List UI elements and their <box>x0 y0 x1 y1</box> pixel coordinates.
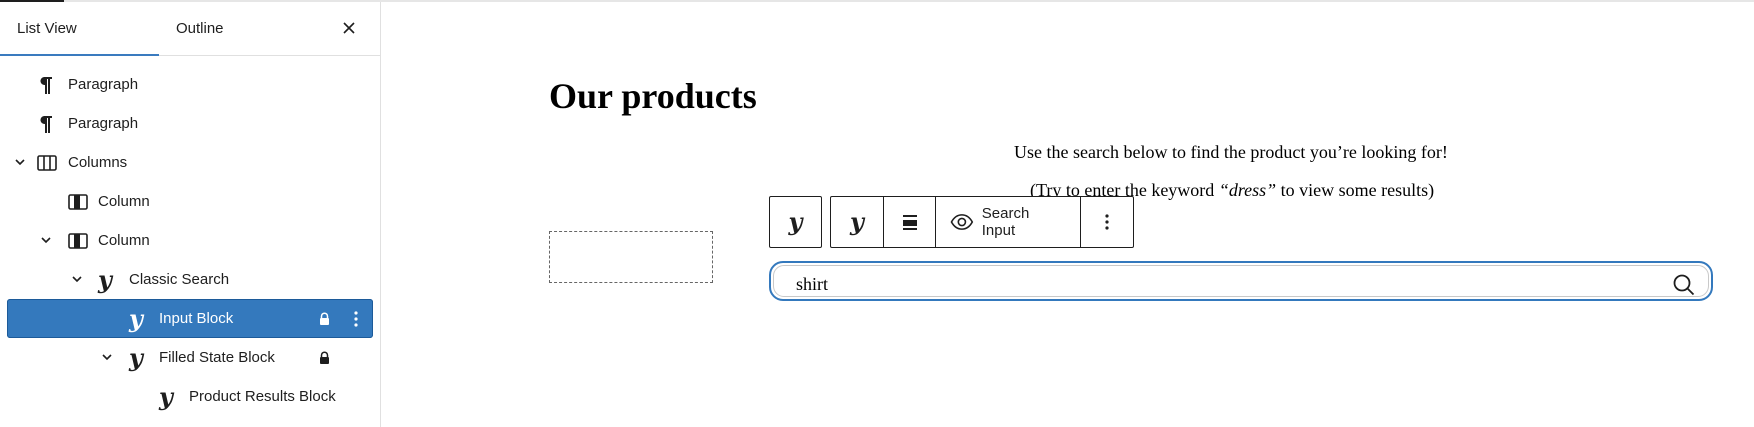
columns-icon <box>37 155 57 171</box>
more-options-icon[interactable] <box>346 308 366 330</box>
tree-item-paragraph[interactable]: Paragraph <box>0 65 380 104</box>
tab-outline[interactable]: Outline <box>176 2 224 55</box>
block-y-glyph: y <box>129 343 143 372</box>
search-icon[interactable] <box>1672 273 1696 297</box>
more-options-icon <box>1105 214 1109 230</box>
column-icon <box>68 194 88 210</box>
tree-item-input-block[interactable]: y Input Block <box>0 299 380 338</box>
lock-icon <box>320 312 329 325</box>
block-y-glyph: y <box>98 265 112 294</box>
tree-item-label: Column <box>98 232 150 249</box>
tab-list-view[interactable]: List View <box>17 2 77 55</box>
block-toolbar: y Search Input <box>830 196 1134 248</box>
search-input-block[interactable]: shirt <box>769 261 1713 301</box>
tree-item-classic-search[interactable]: y Classic Search <box>0 260 380 299</box>
tree-item-label: Paragraph <box>68 76 139 93</box>
block-y-icon: y <box>125 343 147 372</box>
intro-paragraph[interactable]: Use the search below to find the product… <box>1014 142 1448 163</box>
align-button[interactable] <box>884 197 936 247</box>
block-type-icon: y <box>784 207 808 236</box>
close-icon[interactable] <box>338 17 360 39</box>
parent-block-glyph: y <box>850 207 864 236</box>
tree-item-label: Columns <box>68 154 128 171</box>
paragraph-icon <box>40 116 52 133</box>
tree-item-product-results-block[interactable]: y Product Results Block <box>0 377 380 416</box>
active-tab-indicator <box>0 54 159 56</box>
tree-item-columns[interactable]: Columns <box>0 143 380 182</box>
hint-keyword: “dress” <box>1218 180 1277 200</box>
chevron-down-icon[interactable] <box>13 155 27 169</box>
sidebar-tabs: List View Outline <box>0 2 380 56</box>
tree-item-label: Paragraph <box>68 115 139 132</box>
search-input-label: Search Input <box>981 205 1030 239</box>
search-input-style-button[interactable]: Search Input <box>936 197 1081 247</box>
empty-column-placeholder[interactable] <box>549 231 713 283</box>
tree-item-filled-state-block[interactable]: y Filled State Block <box>0 338 380 377</box>
block-y-glyph: y <box>159 382 173 411</box>
column-icon <box>68 233 88 249</box>
block-y-icon: y <box>155 382 177 411</box>
options-button[interactable] <box>1081 197 1133 247</box>
parent-block-icon: y <box>845 207 869 236</box>
select-parent-button[interactable]: y <box>770 197 821 247</box>
block-y-icon: y <box>94 265 116 294</box>
tree-item-label: Classic Search <box>129 271 230 288</box>
paragraph-icon <box>40 77 52 94</box>
block-y-glyph: y <box>129 304 143 333</box>
list-view-sidebar: List View Outline Paragraph Paragraph Co… <box>0 2 381 427</box>
block-switcher-button[interactable]: y <box>831 197 884 247</box>
hint-text-after: to view some results) <box>1276 180 1435 200</box>
block-toolbar-parent: y <box>769 196 822 248</box>
tree-item-label: Filled State Block <box>159 349 275 366</box>
search-input-value[interactable]: shirt <box>796 266 828 302</box>
tree-item-label: Product Results Block <box>189 388 336 405</box>
tree-item-label: Input Block <box>159 310 234 327</box>
chevron-down-icon[interactable] <box>100 350 114 364</box>
align-icon <box>902 215 917 230</box>
chevron-down-icon[interactable] <box>70 272 84 286</box>
tree-item-paragraph[interactable]: Paragraph <box>0 104 380 143</box>
block-type-glyph: y <box>788 207 803 236</box>
chevron-down-icon[interactable] <box>39 233 53 247</box>
block-y-icon: y <box>125 304 147 333</box>
lock-icon <box>320 351 329 364</box>
search-input-field[interactable]: shirt <box>773 265 1709 297</box>
tree-item-label: Column <box>98 193 150 210</box>
tree-item-column[interactable]: Column <box>0 221 380 260</box>
tree-item-column[interactable]: Column <box>0 182 380 221</box>
page-heading[interactable]: Our products <box>549 75 757 117</box>
eye-icon <box>950 214 974 230</box>
